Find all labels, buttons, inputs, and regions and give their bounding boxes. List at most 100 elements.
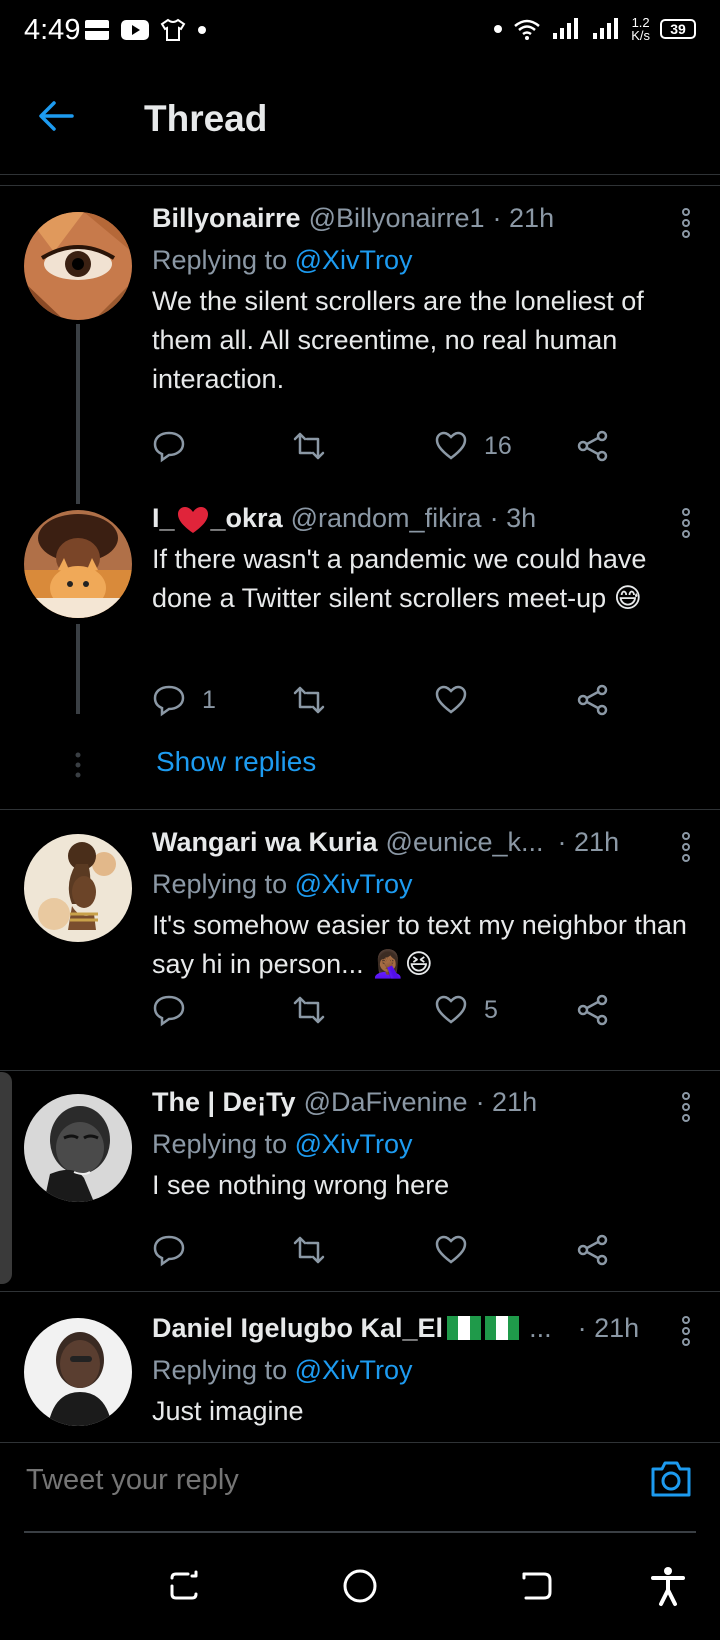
more-options-icon[interactable]	[680, 208, 692, 238]
retweet-icon	[293, 686, 325, 714]
page-title: Thread	[144, 98, 268, 139]
tweet-time: · 21h	[492, 203, 555, 233]
retweet-icon	[293, 1236, 325, 1264]
share-button[interactable]	[576, 1230, 610, 1270]
tweet-author-handle[interactable]: @eunice_k...	[386, 824, 544, 860]
more-options-icon[interactable]	[680, 832, 692, 862]
tweet-author-name[interactable]: The | De¡Ty	[152, 1084, 296, 1120]
more-options-icon[interactable]	[680, 508, 692, 538]
battery-icon: 39	[660, 19, 696, 39]
more-options-icon[interactable]	[680, 1316, 692, 1346]
reply-button[interactable]: 1	[152, 680, 216, 720]
tweet-author-name[interactable]: Wangari wa Kuria	[152, 824, 378, 860]
share-icon	[577, 430, 608, 462]
tweet-actions: 16	[152, 426, 622, 466]
replying-to: Replying to @XivTroy	[152, 869, 413, 899]
retweet-button[interactable]	[292, 990, 326, 1030]
gallery-notification-icon	[85, 20, 109, 40]
wifi-icon	[514, 19, 541, 40]
share-icon	[577, 994, 608, 1026]
avatar[interactable]	[24, 1094, 132, 1202]
tweet[interactable]: Wangari wa Kuria @eunice_k... · 21h Repl…	[0, 824, 720, 1060]
reply-count: 1	[202, 685, 216, 714]
tweet-time: · 21h	[557, 827, 620, 857]
like-button[interactable]: 16	[434, 426, 512, 466]
thread-header: Thread	[0, 66, 720, 175]
reply-button[interactable]	[152, 1230, 186, 1270]
retweet-button[interactable]	[292, 1230, 326, 1270]
signal-icon	[593, 18, 619, 39]
share-icon	[577, 1234, 608, 1266]
avatar[interactable]	[24, 1318, 132, 1426]
retweet-button[interactable]	[292, 426, 326, 466]
accessibility-icon[interactable]	[646, 1564, 690, 1608]
reply-icon	[153, 431, 185, 463]
avatar[interactable]	[24, 212, 132, 320]
avatar[interactable]	[24, 510, 132, 618]
replying-to-handle[interactable]: @XivTroy	[295, 1355, 413, 1385]
tweet-actions: 1	[152, 680, 622, 720]
heart-icon	[435, 685, 467, 714]
tweet-author-handle[interactable]: @DaFivenine	[304, 1084, 468, 1120]
divider	[0, 1070, 720, 1071]
replying-to-handle[interactable]: @XivTroy	[295, 869, 413, 899]
like-button[interactable]: 5	[434, 990, 498, 1030]
tweet-text: If there wasn't a pandemic we could have…	[152, 544, 647, 613]
avatar[interactable]	[24, 834, 132, 942]
divider	[0, 1291, 720, 1292]
show-replies-link[interactable]: Show replies	[156, 746, 316, 778]
tweet-time: · 21h	[475, 1087, 538, 1117]
like-button[interactable]	[434, 680, 468, 720]
dot-icon	[494, 25, 503, 33]
heart-icon	[435, 1235, 467, 1264]
reply-button[interactable]	[152, 426, 202, 466]
like-count: 16	[484, 431, 512, 460]
reply-button[interactable]	[152, 990, 202, 1030]
tweet-text: Just imagine	[152, 1396, 304, 1426]
tweet[interactable]: I_ _okra @random_fikira · 3h If there was…	[0, 500, 720, 800]
recent-apps-icon[interactable]	[162, 1564, 206, 1608]
tweet[interactable]: Billyonairre @Billyonairre1 · 21h Replyi…	[0, 200, 720, 504]
tweet-reply-input[interactable]	[24, 1463, 588, 1498]
share-icon	[577, 684, 608, 716]
back-icon[interactable]	[514, 1564, 558, 1608]
tweet-author-name[interactable]: Billyonairre	[152, 200, 301, 236]
tweet[interactable]: Daniel Igelugbo Kal_El ... · 21h Replyin…	[0, 1310, 720, 1442]
heart-icon	[435, 995, 467, 1024]
tweet-author-name[interactable]: I_ _okra	[152, 500, 283, 536]
tweet-author-handle[interactable]: ...	[529, 1310, 552, 1346]
tweet-author-handle[interactable]: @random_fikira	[291, 500, 482, 536]
retweet-button[interactable]	[292, 680, 326, 720]
tweet-actions	[152, 1230, 622, 1270]
reply-composer	[0, 1442, 720, 1535]
replying-to-handle[interactable]: @XivTroy	[295, 245, 413, 275]
retweet-icon	[293, 432, 325, 460]
reply-icon	[153, 995, 185, 1027]
status-time: 4:49	[24, 14, 81, 46]
share-button[interactable]	[576, 680, 610, 720]
signal-icon	[553, 18, 579, 39]
thread-line	[76, 324, 80, 504]
share-button[interactable]	[576, 990, 610, 1030]
thread-line	[76, 624, 80, 714]
tweet-author-handle[interactable]: @Billyonairre1	[309, 200, 485, 236]
home-icon[interactable]	[338, 1564, 382, 1608]
back-arrow-icon[interactable]	[36, 96, 76, 136]
divider	[0, 185, 720, 186]
like-button[interactable]	[434, 1230, 468, 1270]
share-button[interactable]	[576, 426, 610, 466]
tweet-text: I see nothing wrong here	[152, 1170, 450, 1200]
tweet[interactable]: The | De¡Ty @DaFivenine · 21h Replying t…	[0, 1084, 720, 1284]
replying-to: Replying to @XivTroy	[152, 1355, 413, 1385]
replying-to: Replying to @XivTroy	[152, 1129, 413, 1159]
tweet-time: · 21h	[577, 1313, 640, 1343]
like-count: 5	[484, 995, 498, 1024]
camera-icon[interactable]	[648, 1455, 694, 1501]
tweet-author-name[interactable]: Daniel Igelugbo Kal_El	[152, 1310, 443, 1346]
more-options-icon[interactable]	[680, 1092, 692, 1122]
divider	[24, 1531, 696, 1533]
youtube-icon	[121, 20, 149, 40]
tweet-text: We the silent scrollers are the lonelies…	[152, 286, 644, 394]
divider	[0, 809, 720, 810]
replying-to-handle[interactable]: @XivTroy	[295, 1129, 413, 1159]
